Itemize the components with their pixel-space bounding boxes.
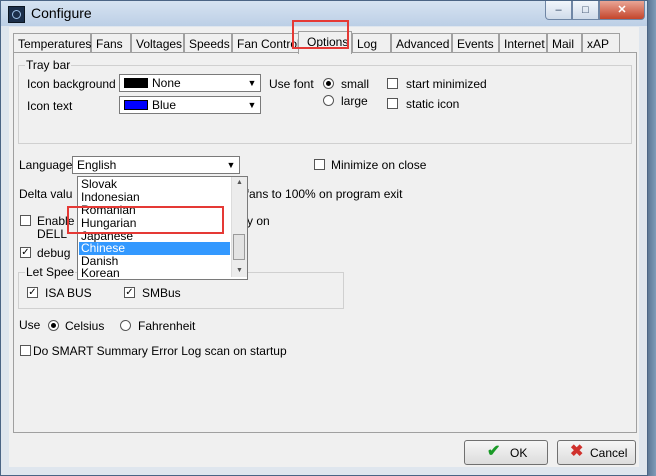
enable-checkbox[interactable] <box>20 215 31 226</box>
tab-fans[interactable]: Fans <box>91 33 131 53</box>
start-minimized-label: start minimized <box>406 77 487 91</box>
isa-bus-label: ISA BUS <box>45 286 92 300</box>
tab-voltages[interactable]: Voltages <box>131 33 184 53</box>
icon-background-select[interactable]: None ▼ <box>119 74 261 92</box>
tab-temperatures[interactable]: Temperatures <box>13 33 91 53</box>
font-large-radio[interactable] <box>323 95 334 106</box>
icon-text-label: Icon text <box>27 99 73 113</box>
icon-background-label: Icon background <box>27 77 116 91</box>
isa-bus-checkbox[interactable]: ✓ <box>27 287 38 298</box>
tab-advanced[interactable]: Advanced <box>391 33 452 53</box>
chevron-down-icon: ▼ <box>247 100 257 110</box>
tab-log[interactable]: Log <box>352 33 391 53</box>
cancel-button[interactable]: ✖ Cancel <box>557 440 636 465</box>
smart-scan-checkbox[interactable] <box>20 345 31 356</box>
title-bar[interactable]: Configure – □ ✕ <box>1 1 647 26</box>
enable-label: Enable <box>37 214 75 228</box>
font-small-radio[interactable] <box>323 78 334 89</box>
fans-exit-label: t fans to 100% on program exit <box>239 187 403 201</box>
fahrenheit-radio[interactable] <box>120 320 131 331</box>
close-button[interactable]: ✕ <box>599 1 645 20</box>
icon-background-value: None <box>152 76 181 90</box>
color-swatch-black <box>124 78 148 88</box>
tray-bar-title: Tray bar <box>25 58 72 72</box>
static-icon-checkbox[interactable] <box>387 98 398 109</box>
let-speed-title: Let Spee <box>25 265 76 279</box>
cancel-label: Cancel <box>590 446 628 460</box>
app-icon <box>8 6 25 23</box>
font-small-label: small <box>341 77 370 91</box>
scroll-thumb[interactable] <box>233 234 245 260</box>
dell-label: DELL <box>37 227 68 241</box>
cancel-icon: ✖ <box>570 443 584 460</box>
background-window-edge <box>648 0 656 476</box>
smbus-label: SMBus <box>142 286 181 300</box>
ok-button[interactable]: ✔ OK <box>464 440 548 465</box>
tab-speeds[interactable]: Speeds <box>184 33 232 53</box>
celsius-radio[interactable] <box>48 320 59 331</box>
language-value: English <box>77 158 117 172</box>
dropdown-scrollbar[interactable]: ▲ ▼ <box>231 177 247 277</box>
scroll-up-icon[interactable]: ▲ <box>232 177 247 189</box>
language-select[interactable]: English ▼ <box>72 156 240 174</box>
tab-xap[interactable]: xAP <box>582 33 620 53</box>
language-label: Language <box>19 158 73 172</box>
ok-label: OK <box>510 446 528 460</box>
use-label: Use <box>19 318 41 332</box>
minimize-on-close-label: Minimize on close <box>331 158 427 172</box>
chevron-down-icon: ▼ <box>226 160 236 170</box>
static-icon-label: static icon <box>406 97 460 111</box>
check-icon: ✔ <box>487 443 501 460</box>
smbus-checkbox[interactable]: ✓ <box>124 287 135 298</box>
color-swatch-blue <box>124 100 148 110</box>
minimize-button[interactable]: – <box>545 1 572 20</box>
enable-label-suffix: y on <box>247 214 270 228</box>
tab-internet[interactable]: Internet <box>499 33 547 53</box>
use-font-label: Use font <box>269 77 314 91</box>
fahrenheit-label: Fahrenheit <box>138 319 196 333</box>
configure-window: Configure – □ ✕ Temperatures Fans Voltag… <box>0 0 648 476</box>
window-title: Configure <box>31 5 92 21</box>
icon-text-value: Blue <box>152 98 177 112</box>
language-option-korean[interactable]: Korean <box>79 267 230 279</box>
debug-label: debug <box>37 246 71 260</box>
maximize-button[interactable]: □ <box>572 1 599 20</box>
language-dropdown-list[interactable]: Slovak Indonesian Romanian Hungarian Jap… <box>77 176 248 280</box>
smart-scan-label: Do SMART Summary Error Log scan on start… <box>33 344 287 358</box>
options-panel: Tray bar Icon background None ▼ Use font… <box>13 52 637 433</box>
font-large-label: large <box>341 94 368 108</box>
chevron-down-icon: ▼ <box>247 78 257 88</box>
delta-value-label: Delta valu <box>19 187 73 201</box>
start-minimized-checkbox[interactable] <box>387 78 398 89</box>
tab-options[interactable]: Options <box>298 31 352 54</box>
tab-fan-control[interactable]: Fan Control <box>232 33 300 53</box>
minimize-on-close-checkbox[interactable] <box>314 159 325 170</box>
tab-mail[interactable]: Mail <box>547 33 582 53</box>
icon-text-select[interactable]: Blue ▼ <box>119 96 261 114</box>
scroll-down-icon[interactable]: ▼ <box>232 265 247 277</box>
debug-checkbox[interactable]: ✓ <box>20 247 31 258</box>
celsius-label: Celsius <box>65 319 105 333</box>
tab-events[interactable]: Events <box>452 33 499 53</box>
dialog-client: Temperatures Fans Voltages Speeds Fan Co… <box>9 27 639 467</box>
